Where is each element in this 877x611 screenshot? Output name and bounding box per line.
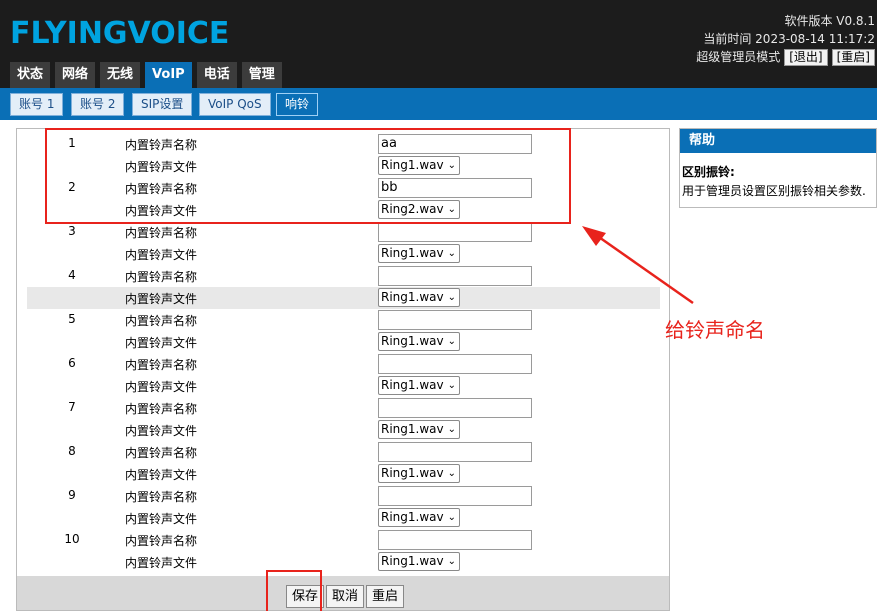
- annotation-arrow-icon: [582, 226, 694, 305]
- annotation-label: 给铃声命名: [665, 318, 765, 342]
